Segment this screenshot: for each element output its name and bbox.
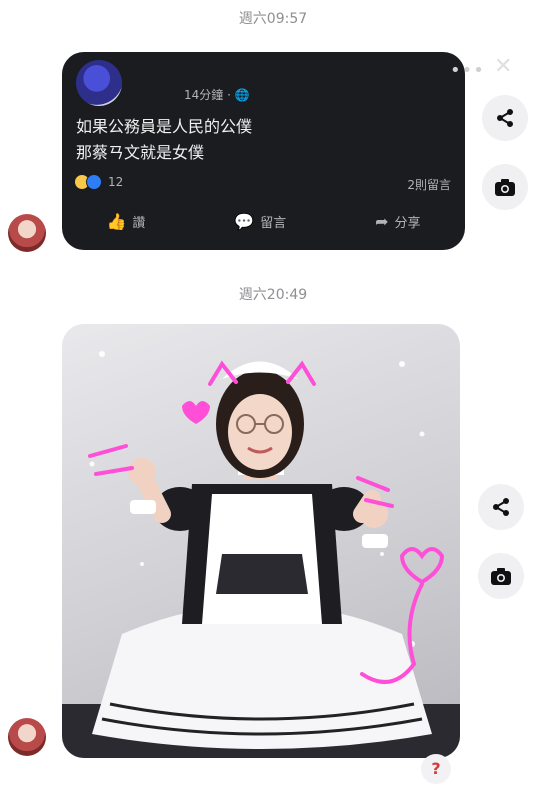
sender-avatar-2[interactable]: [8, 718, 46, 756]
comment-bubble-icon: 💬: [234, 212, 255, 231]
comment-count[interactable]: 2則留言: [407, 176, 451, 193]
image-message[interactable]: [62, 324, 460, 758]
globe-icon: 🌐: [234, 88, 250, 102]
close-icon[interactable]: ✕: [494, 54, 512, 79]
post-text: 如果公務員是人民的公僕 那蔡ㄢ文就是女僕: [76, 114, 252, 166]
post-author-avatar[interactable]: [76, 60, 122, 106]
share-arrow-icon: ➦: [375, 212, 389, 231]
timestamp-second: 週六20:49: [238, 287, 308, 303]
post-text-line-1: 如果公務員是人民的公僕: [76, 117, 253, 136]
like-reaction-icon: [86, 174, 102, 190]
share-icon[interactable]: [478, 484, 524, 530]
more-options-icon[interactable]: •••: [450, 60, 485, 81]
sender-avatar-1[interactable]: [8, 214, 46, 252]
reaction-count: 12: [108, 175, 124, 189]
share-label: 分享: [394, 216, 421, 231]
reactions-summary[interactable]: 12: [74, 174, 123, 190]
comment-button[interactable]: 💬 留言: [234, 212, 286, 231]
like-button[interactable]: 👍 讚: [106, 212, 145, 231]
chat-screen: 週六09:57 14分鐘 · 🌐 ••• ✕ 如果公務員是人民的公僕 那蔡ㄢ文就…: [0, 0, 546, 800]
photo-illustration: [62, 351, 460, 758]
camera-icon[interactable]: [482, 164, 528, 210]
post-actions-bar: 👍 讚 💬 留言 ➦ 分享: [62, 212, 465, 231]
thumbs-up-icon: 👍: [106, 212, 127, 231]
like-label: 讚: [132, 216, 146, 231]
timestamp-first: 週六09:57: [238, 11, 308, 27]
shared-post-card[interactable]: 14分鐘 · 🌐 ••• ✕ 如果公務員是人民的公僕 那蔡ㄢ文就是女僕 12 2…: [62, 52, 512, 250]
post-text-line-2: 那蔡ㄢ文就是女僕: [76, 143, 205, 162]
post-time-text: 14分鐘 ·: [184, 88, 235, 102]
share-icon[interactable]: [482, 95, 528, 141]
camera-icon[interactable]: [478, 553, 524, 599]
post-time: 14分鐘 · 🌐: [184, 86, 250, 103]
comment-label: 留言: [260, 216, 287, 231]
help-button[interactable]: ?: [421, 754, 451, 784]
share-button[interactable]: ➦ 分享: [375, 212, 420, 231]
